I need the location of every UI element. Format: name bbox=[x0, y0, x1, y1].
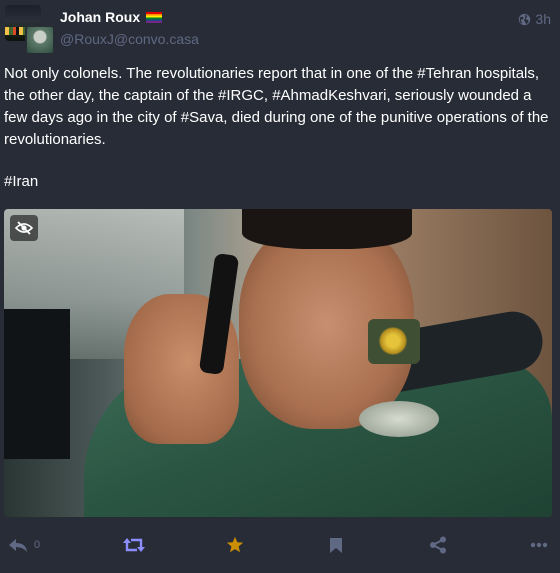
more-options-button[interactable] bbox=[530, 534, 548, 556]
eye-slash-icon bbox=[15, 221, 33, 235]
media-attachment[interactable] bbox=[4, 209, 552, 517]
photo-patch bbox=[359, 401, 439, 437]
status-action-bar: 0 bbox=[0, 530, 560, 560]
status-paragraph: Not only colonels. The revolutionaries r… bbox=[4, 65, 549, 148]
boost-button[interactable] bbox=[123, 534, 145, 556]
status-card: Johan Roux @RouxJ@convo.casa 3h Not only… bbox=[0, 0, 560, 573]
reply-icon bbox=[9, 539, 27, 552]
status-content: Not only colonels. The revolutionaries r… bbox=[4, 63, 552, 193]
overlay-avatar[interactable] bbox=[25, 25, 55, 55]
star-icon bbox=[226, 536, 244, 553]
timestamp-text[interactable]: 3h bbox=[535, 11, 551, 27]
reply-button[interactable]: 0 bbox=[8, 534, 40, 556]
photo-epaulette bbox=[368, 319, 420, 364]
retweet-icon bbox=[123, 538, 145, 552]
bookmark-icon bbox=[330, 537, 342, 553]
status-timestamp[interactable]: 3h bbox=[518, 11, 551, 27]
share-button[interactable] bbox=[429, 534, 447, 556]
photo-monitor bbox=[4, 309, 70, 459]
ellipsis-icon bbox=[530, 542, 548, 548]
globe-icon bbox=[519, 13, 531, 25]
account-handle[interactable]: @RouxJ@convo.casa bbox=[60, 31, 199, 47]
photo-hair bbox=[242, 209, 412, 249]
display-name-text[interactable]: Johan Roux bbox=[60, 9, 140, 25]
avatar[interactable] bbox=[5, 5, 55, 55]
share-icon bbox=[430, 536, 446, 554]
rainbow-flag-icon bbox=[146, 12, 163, 23]
reply-count: 0 bbox=[34, 539, 41, 551]
hide-media-button[interactable] bbox=[10, 215, 38, 241]
favourite-button[interactable] bbox=[226, 534, 244, 556]
hashtag-paragraph[interactable]: #Iran bbox=[4, 171, 552, 193]
display-name[interactable]: Johan Roux bbox=[60, 9, 163, 25]
bookmark-button[interactable] bbox=[329, 534, 343, 556]
